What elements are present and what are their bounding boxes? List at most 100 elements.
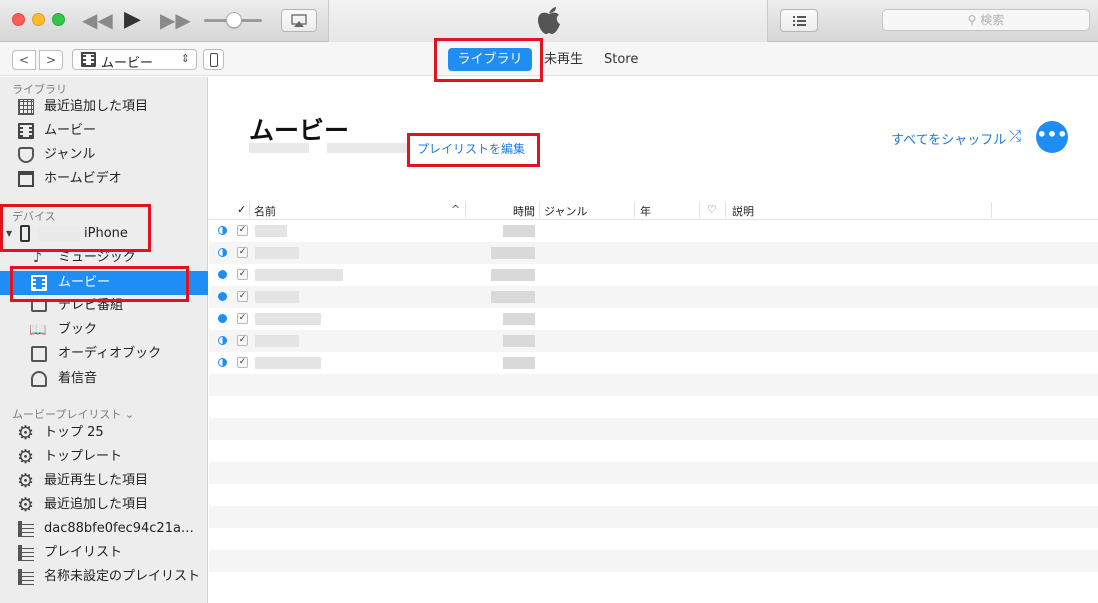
column-divider [634,202,635,218]
empty-row [209,484,1098,506]
airplay-button[interactable] [281,9,317,32]
highlight-device-movies [10,266,189,302]
sidebar-item-label: オーディオブック [58,346,162,361]
device-button[interactable] [203,49,224,70]
sidebar-item-label: 最近再生した項目 [44,473,149,488]
column-genre[interactable]: ジャンル [544,203,587,219]
redacted-track-name [255,225,287,237]
search-input[interactable]: ⚲ 検索 [882,9,1090,31]
more-options-button[interactable]: ••• [1036,121,1068,153]
sidebar-item-recently-added-playlist[interactable]: ⚙ 最近追加した項目 [0,493,208,517]
sidebar-item-home-videos[interactable]: ホームビデオ [0,167,208,191]
table-header: ✓ 名前 ^ 時間 ジャンル 年 ♡ 説明 [209,200,1098,220]
music-note-icon: ♪ [33,250,42,266]
sidebar-item-movies[interactable]: ムービー [0,119,208,143]
heart-icon[interactable]: ♡ [707,203,717,216]
empty-row [209,462,1098,484]
close-window-button[interactable] [12,13,25,26]
sidebar-item-label: 着信音 [58,371,98,386]
list-icon [793,16,806,26]
table-row[interactable]: ✓ [209,330,1098,352]
chevron-down-icon: ⌄ [124,408,135,421]
zoom-window-button[interactable] [52,13,65,26]
film-icon [18,123,34,139]
shuffle-icon[interactable]: ⤮ [1009,127,1021,145]
table-row[interactable]: ✓ [209,352,1098,374]
sidebar-item-playlist-hash[interactable]: dac88bfe0fec94c21a… [0,517,208,541]
track-checkbox[interactable]: ✓ [237,225,248,236]
redacted-track-time [503,335,535,347]
sidebar-item-label: 名称未設定のプレイリスト [44,569,201,584]
fast-forward-icon[interactable]: ▶▶ [160,9,191,31]
column-year[interactable]: 年 [640,203,651,219]
column-divider [465,202,466,218]
track-checkbox[interactable]: ✓ [237,335,248,346]
sidebar-item-label: ホームビデオ [44,171,122,186]
sidebar-item-label: dac88bfe0fec94c21a… [44,521,194,536]
play-icon[interactable]: ▶ [124,9,141,31]
redacted-track-time [503,357,535,369]
sort-ascending-icon: ^ [451,203,461,216]
table-row[interactable]: ✓ [209,264,1098,286]
column-description[interactable]: 説明 [732,203,754,219]
play-status-icon [218,292,227,301]
redacted-track-name [255,269,343,281]
redacted-track-time [491,247,535,259]
tab-unplayed[interactable]: 未再生 [544,48,583,71]
table-row[interactable]: ✓ [209,286,1098,308]
column-time[interactable]: 時間 [513,203,535,219]
house-icon [18,171,34,187]
tab-store[interactable]: Store [604,48,638,71]
bell-icon [31,371,47,387]
apple-logo-icon [538,7,560,34]
shuffle-all-link[interactable]: すべてをシャッフル [891,129,1006,148]
mask-icon [18,147,34,163]
track-checkbox[interactable]: ✓ [237,357,248,368]
table-row[interactable]: ✓ [209,308,1098,330]
media-kind-label: ムービー [101,56,154,71]
back-button[interactable]: < [12,50,36,70]
rewind-icon[interactable]: ◀◀ [82,9,113,31]
track-checkbox[interactable]: ✓ [237,247,248,258]
table-row[interactable]: ✓ [209,242,1098,264]
sidebar-item-untitled-playlist[interactable]: 名称未設定のプレイリスト [0,565,208,589]
empty-row [209,418,1098,440]
play-status-icon [218,270,227,279]
sidebar-item-recently-played[interactable]: ⚙ 最近再生した項目 [0,469,208,493]
grid-icon [18,99,34,115]
minimize-window-button[interactable] [32,13,45,26]
sidebar-item-top-rated[interactable]: ⚙ トップレート [0,445,208,469]
forward-button[interactable]: > [39,50,63,70]
volume-slider-knob[interactable] [226,12,242,28]
gear-icon: ⚙ [17,494,35,516]
track-checkbox[interactable]: ✓ [237,269,248,280]
film-icon [81,52,96,67]
sidebar-item-label: プレイリスト [44,545,123,560]
sidebar-item-device-ringtones[interactable]: 着信音 [0,367,208,391]
sidebar-item-device-audiobooks[interactable]: オーディオブック [0,342,208,366]
sidebar-item-recently-added[interactable]: 最近追加した項目 [0,95,208,119]
search-placeholder: 検索 [980,13,1005,27]
media-kind-select[interactable]: ムービー ⇕ [72,49,197,71]
airplay-icon [291,14,307,27]
table-row[interactable]: ✓ [209,220,1098,242]
search-icon: ⚲ [967,13,977,27]
gear-icon: ⚙ [17,470,35,492]
empty-row [209,396,1098,418]
navigation-bar: < > ムービー ⇕ ライブラリ 未再生 Store [0,42,1098,76]
status-display [328,0,768,42]
track-checkbox[interactable]: ✓ [237,291,248,302]
column-name[interactable]: 名前 [254,203,276,219]
up-next-button[interactable] [780,9,818,32]
sidebar-item-top-25[interactable]: ⚙ トップ 25 [0,421,208,445]
column-check[interactable]: ✓ [237,203,246,216]
column-divider [991,202,992,218]
track-checkbox[interactable]: ✓ [237,313,248,324]
sidebar-item-device-books[interactable]: 📖 ブック [0,318,208,342]
sidebar-item-playlist[interactable]: プレイリスト [0,541,208,565]
sidebar-item-genres[interactable]: ジャンル [0,143,208,167]
empty-row [209,374,1098,396]
movie-playlists-section-title[interactable]: ムービープレイリスト ⌄ [12,406,134,422]
sidebar-item-label: ムービー [44,123,97,138]
playlist-icon [18,521,34,537]
